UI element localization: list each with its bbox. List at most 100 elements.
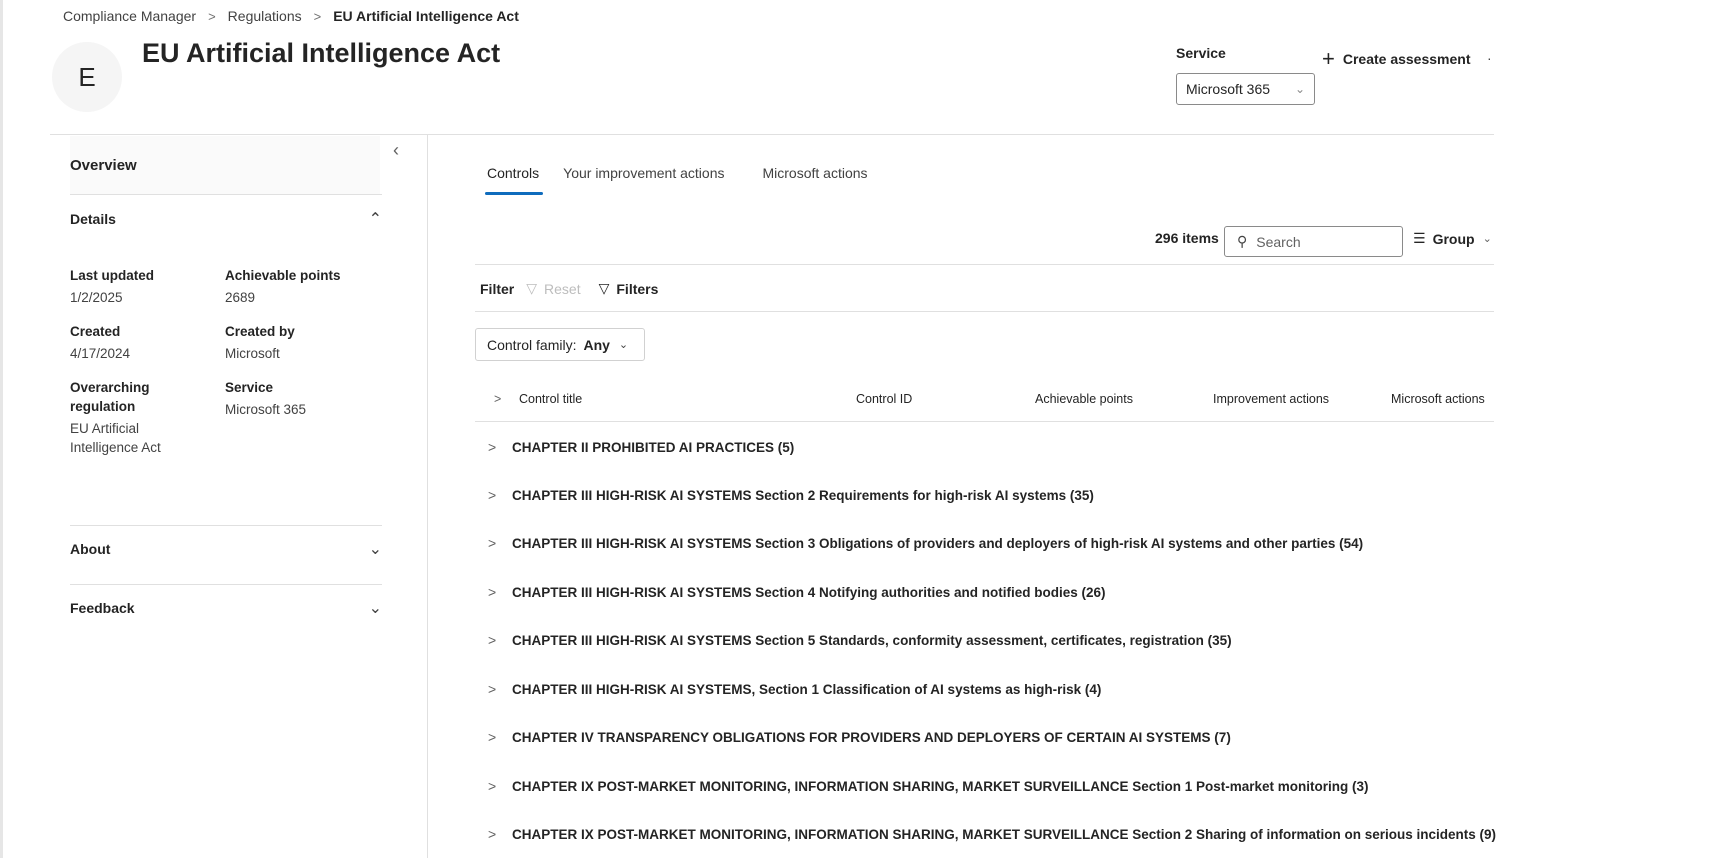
search-input[interactable]: ⚲ Search [1224,226,1403,257]
column-header-microsoft-actions[interactable]: Microsoft actions [1391,392,1485,406]
table-row[interactable]: > CHAPTER IV TRANSPARENCY OBLIGATIONS FO… [488,729,1231,745]
breadcrumb-regulations[interactable]: Regulations [228,8,302,24]
plus-icon: + [1322,46,1335,71]
table-row[interactable]: > CHAPTER II PROHIBITED AI PRACTICES (5) [488,439,794,455]
page-title: EU Artificial Intelligence Act [142,38,501,68]
detail-key: Last updated [70,268,155,283]
chevron-right-icon: > [488,729,497,745]
column-header-control-id[interactable]: Control ID [856,392,912,406]
row-title: CHAPTER III HIGH-RISK AI SYSTEMS Section… [512,535,1364,551]
chevron-down-icon: ⌄ [368,541,382,558]
details-section-header[interactable]: Details ⌃ [70,209,382,229]
feedback-label: Feedback [70,600,135,616]
row-title: CHAPTER II PROHIBITED AI PRACTICES (5) [512,439,795,455]
more-options-icon[interactable]: · [1487,50,1492,66]
filter-clear-icon: ▽ [526,280,538,296]
row-title: CHAPTER IV TRANSPARENCY OBLIGATIONS FOR … [512,729,1231,745]
detail-key: regulation [70,399,136,414]
avatar: E [52,42,122,112]
table-row[interactable]: > CHAPTER III HIGH-RISK AI SYSTEMS, Sect… [488,681,1101,697]
collapse-panel-icon[interactable]: ‹ [393,140,399,161]
tab-your-improvement-actions[interactable]: Your improvement actions [563,165,724,195]
create-assessment-button[interactable]: + Create assessment [1322,48,1471,70]
chevron-right-icon: > [488,439,497,455]
about-label: About [70,541,111,557]
row-title: CHAPTER III HIGH-RISK AI SYSTEMS Section… [512,632,1232,648]
items-count: 296 items [1155,230,1219,246]
detail-value: Microsoft 365 [225,402,307,417]
detail-overarching-regulation: Overarching regulation EU Artificial Int… [70,378,161,457]
detail-key: Achievable points [225,268,341,283]
detail-key: Service [225,380,274,395]
chevron-down-icon: ⌄ [1294,82,1305,96]
breadcrumb-compliance-manager[interactable]: Compliance Manager [63,8,196,24]
sidebar-item-overview[interactable]: Overview [70,136,380,194]
service-dropdown-value: Microsoft 365 [1186,81,1271,97]
row-title: CHAPTER III HIGH-RISK AI SYSTEMS Section… [512,584,1106,600]
reset-button[interactable]: ▽ Reset [526,280,580,297]
detail-last-updated: Last updated 1/2/2025 [70,266,154,307]
tab-bar: Controls Your improvement actions Micros… [484,165,892,195]
chevron-down-icon: ⌄ [618,339,629,351]
chevron-right-icon: > [488,584,497,600]
create-assessment-label: Create assessment [1342,51,1471,67]
filter-bar: Filter ▽ Reset ▽ Filters [480,280,658,297]
detail-value: 4/17/2024 [70,346,131,361]
detail-value: Microsoft [225,346,280,361]
detail-service: Service Microsoft 365 [225,378,306,419]
divider [475,311,1494,312]
control-family-filter[interactable]: Control family: Any ⌄ [475,328,645,361]
table-row[interactable]: > CHAPTER IX POST-MARKET MONITORING, INF… [488,778,1369,794]
header-divider [50,134,1494,135]
detail-value: EU Artificial [70,421,140,436]
group-button[interactable]: ☰ Group ⌄ [1413,230,1492,247]
row-title: CHAPTER IX POST-MARKET MONITORING, INFOR… [512,826,1497,842]
filters-button[interactable]: ▽ Filters [599,280,659,297]
table-row[interactable]: > CHAPTER III HIGH-RISK AI SYSTEMS Secti… [488,632,1232,648]
about-section-header[interactable]: About ⌄ [70,539,382,559]
service-dropdown[interactable]: Microsoft 365 ⌄ [1176,73,1315,105]
detail-value: 1/2/2025 [70,290,123,305]
filter-label: Filter [480,280,515,297]
detail-key: Overarching [70,380,150,395]
filters-label: Filters [616,280,659,297]
control-family-value: Any [583,336,610,353]
chevron-right-icon: > [488,681,497,697]
chevron-right-icon: > [488,487,497,503]
list-icon: ☰ [1413,230,1426,246]
chevron-right-icon: > [488,632,497,648]
tab-microsoft-actions[interactable]: Microsoft actions [762,165,867,195]
expand-all-icon[interactable]: > [494,392,501,406]
detail-achievable-points: Achievable points 2689 [225,266,341,307]
divider [70,584,382,585]
group-label: Group [1432,230,1475,247]
column-header-improvement-actions[interactable]: Improvement actions [1213,392,1329,406]
divider [70,525,382,526]
search-placeholder: Search [1256,233,1301,250]
breadcrumb-current: EU Artificial Intelligence Act [333,8,519,24]
feedback-section-header[interactable]: Feedback ⌄ [70,598,382,618]
row-title: CHAPTER III HIGH-RISK AI SYSTEMS Section… [512,487,1094,503]
divider [475,264,1494,265]
row-title: CHAPTER IX POST-MARKET MONITORING, INFOR… [512,778,1369,794]
chevron-right-icon: > [488,826,497,842]
table-row[interactable]: > CHAPTER III HIGH-RISK AI SYSTEMS Secti… [488,535,1363,551]
detail-key: Created by [225,324,295,339]
table-row[interactable]: > CHAPTER III HIGH-RISK AI SYSTEMS Secti… [488,487,1094,503]
chevron-down-icon: ⌄ [1482,233,1492,245]
chevron-down-icon: ⌄ [368,600,382,617]
column-header-achievable-points[interactable]: Achievable points [1035,392,1133,406]
breadcrumb: Compliance Manager > Regulations > EU Ar… [63,8,519,24]
table-row[interactable]: > CHAPTER IX POST-MARKET MONITORING, INF… [488,826,1496,842]
search-icon: ⚲ [1237,233,1248,249]
detail-created: Created 4/17/2024 [70,322,130,363]
service-label: Service [1176,45,1226,61]
detail-value: Intelligence Act [70,440,161,455]
window-edge [0,0,3,858]
column-header-control-title[interactable]: Control title [519,392,582,406]
chevron-up-icon: ⌃ [368,211,382,228]
control-family-label: Control family: [487,336,577,353]
table-row[interactable]: > CHAPTER III HIGH-RISK AI SYSTEMS Secti… [488,584,1106,600]
divider [475,421,1494,422]
tab-controls[interactable]: Controls [484,165,544,195]
